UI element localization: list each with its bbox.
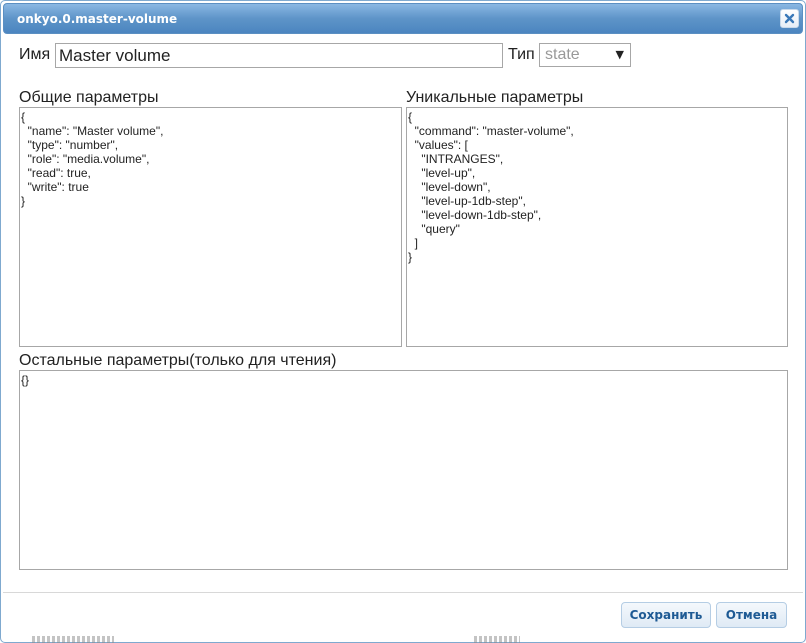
common-params-label: Общие параметры [19, 89, 159, 106]
common-params-text: { "name": "Master volume", "type": "numb… [21, 110, 164, 208]
cancel-button[interactable]: Отмена [716, 602, 787, 628]
dialog-titlebar[interactable]: onkyo.0.master-volume [3, 3, 803, 34]
save-button[interactable]: Сохранить [621, 602, 711, 628]
other-params-editor[interactable]: {} [19, 370, 788, 570]
type-select[interactable]: state ▼ [539, 43, 631, 67]
unique-params-editor[interactable]: { "command": "master-volume", "values": … [406, 107, 788, 347]
dialog-title: onkyo.0.master-volume [17, 12, 178, 26]
common-params-editor[interactable]: { "name": "Master volume", "type": "numb… [19, 107, 402, 347]
type-label: Тип [508, 46, 535, 63]
background-ghost-text [474, 636, 520, 643]
name-label: Имя [19, 46, 51, 63]
other-params-text: {} [21, 373, 30, 387]
background-ghost-text [32, 636, 114, 643]
object-edit-dialog: onkyo.0.master-volume Имя Тип state ▼ Об… [0, 0, 806, 643]
footer-divider [3, 592, 803, 593]
other-params-label: Остальные параметры(только для чтения) [19, 352, 337, 369]
dropdown-arrow-icon: ▼ [615, 48, 624, 61]
close-button[interactable] [780, 9, 799, 28]
name-input[interactable] [55, 43, 503, 68]
close-icon [784, 13, 795, 24]
type-select-value: state [545, 46, 580, 63]
unique-params-text: { "command": "master-volume", "values": … [408, 110, 574, 264]
unique-params-label: Уникальные параметры [406, 89, 584, 106]
